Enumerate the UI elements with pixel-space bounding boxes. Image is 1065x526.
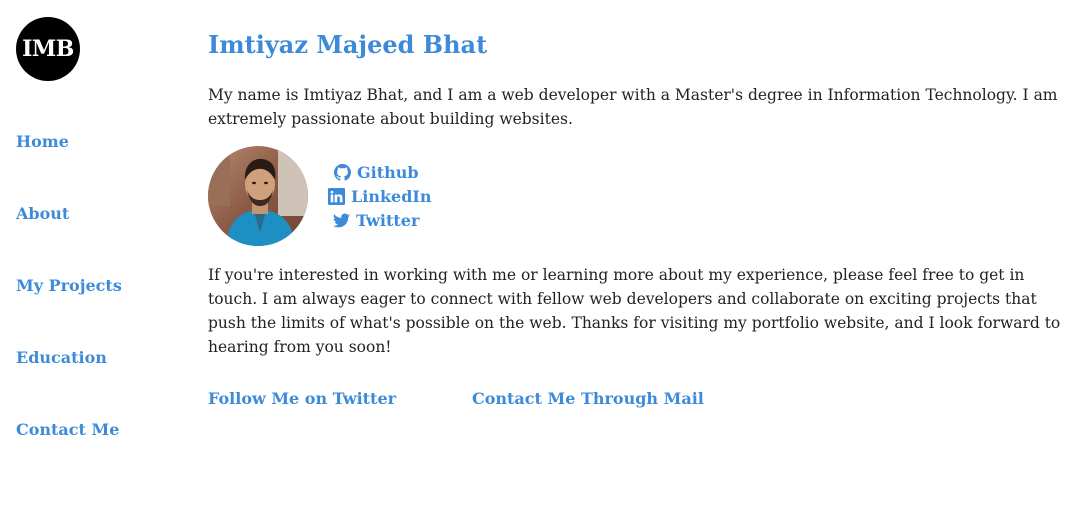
profile-photo (208, 146, 308, 246)
nav-home[interactable]: Home (16, 132, 69, 151)
linkedin-icon (328, 187, 345, 205)
nav-contact-me[interactable]: Contact Me (16, 420, 119, 439)
contact-mail-link[interactable]: Contact Me Through Mail (472, 389, 704, 408)
github-icon (334, 163, 351, 181)
twitter-icon (333, 213, 350, 227)
profile-avatar (208, 146, 308, 246)
linkedin-label: LinkedIn (351, 186, 432, 206)
nav-education[interactable]: Education (16, 348, 107, 367)
social-links: Github LinkedIn Twitter (328, 160, 432, 232)
github-label: Github (357, 162, 419, 182)
sidebar: IMB Home About My Projects Education Con… (0, 0, 180, 526)
page-title: Imtiyaz Majeed Bhat (208, 30, 488, 59)
nav-my-projects[interactable]: My Projects (16, 276, 122, 295)
twitter-link[interactable]: Twitter (333, 208, 432, 232)
page: IMB Home About My Projects Education Con… (0, 0, 1065, 526)
follow-twitter-link[interactable]: Follow Me on Twitter (208, 389, 396, 408)
twitter-label: Twitter (356, 210, 420, 230)
logo[interactable]: IMB (16, 17, 80, 81)
logo-text: IMB (22, 36, 74, 62)
contact-paragraph: If you're interested in working with me … (208, 266, 1061, 356)
nav-about[interactable]: About (16, 204, 69, 223)
github-link[interactable]: Github (334, 160, 432, 184)
intro-paragraph: My name is Imtiyaz Bhat, and I am a web … (208, 86, 1058, 128)
linkedin-link[interactable]: LinkedIn (328, 184, 432, 208)
